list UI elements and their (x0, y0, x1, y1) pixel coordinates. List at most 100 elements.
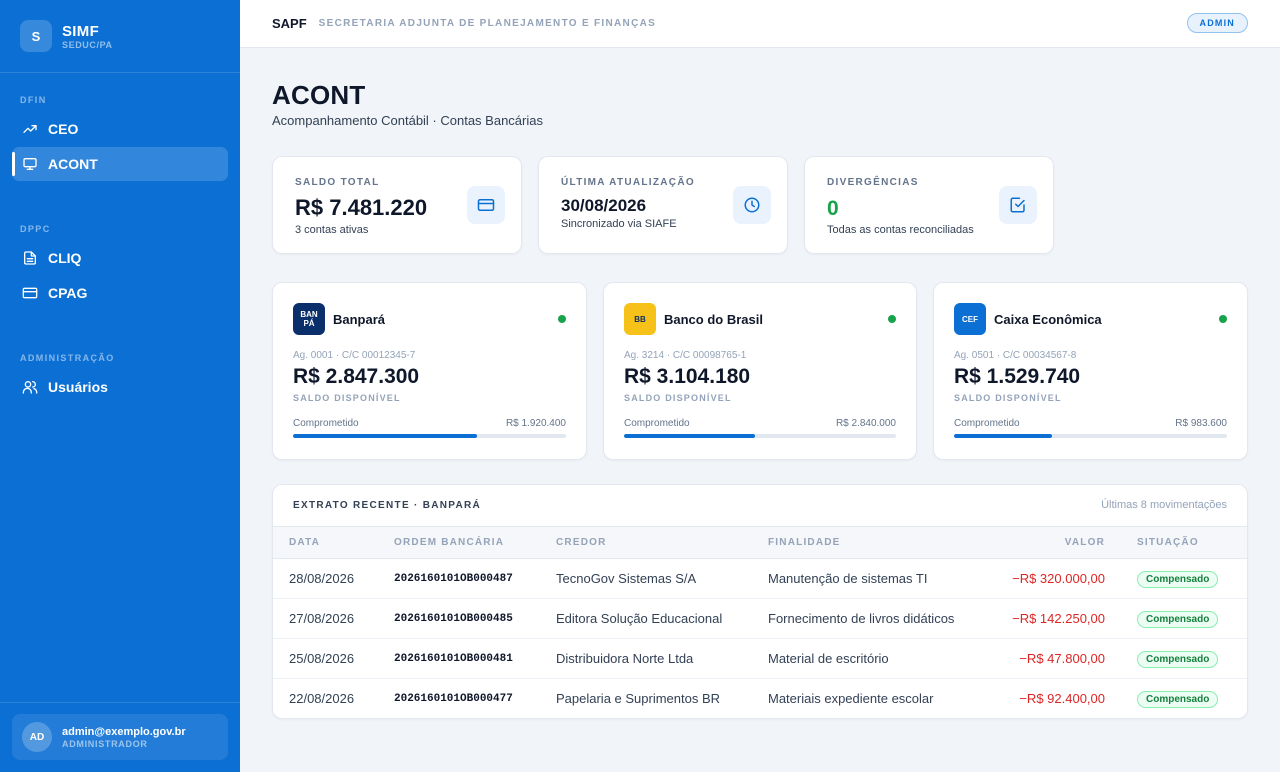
statement-title: EXTRATO RECENTE · BANPARÁ (293, 500, 482, 511)
bank-card-banpara[interactable]: BAN PÁ Banpará Ag. 0001 · C/C 00012345-7… (272, 282, 587, 460)
bank-balance-label: SALDO DISPONÍVEL (624, 393, 732, 403)
bank-card-banco-do-brasil[interactable]: BB Banco do Brasil Ag. 3214 · C/C 000987… (603, 282, 917, 460)
brand-title: SIMF (62, 22, 100, 40)
committed-value: R$ 1.920.400 (505, 418, 566, 429)
brand-logo: S (20, 20, 52, 52)
role-badge: ADMIN (1186, 13, 1248, 33)
topbar: SAPF SECRETARIA ADJUNTA DE PLANEJAMENTO … (240, 0, 1280, 48)
trend-up-icon (23, 125, 37, 133)
bank-name: Caixa Econômica (994, 312, 1102, 327)
user-menu[interactable]: AD admin@exemplo.gov.br ADMINISTRADOR (12, 714, 228, 760)
status-badge: Compensado (1137, 650, 1219, 668)
sidebar-item-label: ACONT (48, 156, 98, 172)
sidebar-item-cpag[interactable]: CPAG (12, 276, 228, 310)
table-row[interactable]: 25/08/2026 2026160101OB000481 Distribuid… (273, 639, 1247, 679)
column-header-data[interactable]: DATA (273, 527, 394, 559)
committed-label: Comprometido (293, 418, 359, 429)
card-icon (467, 186, 505, 224)
committed-progress (954, 434, 1227, 438)
column-header-credor[interactable]: CREDOR (556, 527, 768, 559)
cell-order: 2026160101OB000477 (394, 692, 513, 705)
cell-creditor: TecnoGov Sistemas S/A (556, 571, 697, 586)
nav-section-dppc: DPPC (20, 224, 51, 234)
status-dot (888, 315, 896, 323)
bank-balance-label: SALDO DISPONÍVEL (954, 393, 1062, 403)
bank-account: Ag. 3214 · C/C 00098765-1 (624, 350, 747, 361)
bank-name: Banco do Brasil (664, 312, 763, 327)
cell-order: 2026160101OB000481 (394, 652, 513, 665)
stat-label: DIVERGÊNCIAS (827, 177, 919, 188)
sidebar-item-ceo[interactable]: CEO (12, 112, 228, 146)
stat-note: Sincronizado via SIAFE (561, 218, 677, 230)
column-header-valor[interactable]: VALOR (988, 527, 1105, 559)
cell-order: 2026160101OB000487 (394, 572, 513, 585)
cell-value: −R$ 47.800,00 (1019, 651, 1105, 666)
committed-value: R$ 983.600 (1175, 418, 1227, 429)
committed-label: Comprometido (954, 418, 1020, 429)
column-header-finalidade[interactable]: FINALIDADE (768, 527, 988, 559)
column-header-ordem-bancaria[interactable]: ORDEM BANCÁRIA (394, 527, 556, 559)
statement-card: EXTRATO RECENTE · BANPARÁ Últimas 8 movi… (272, 484, 1248, 719)
card-icon (22, 287, 38, 299)
cell-value: −R$ 92.400,00 (1019, 691, 1105, 707)
app-subtitle: SECRETARIA ADJUNTA DE PLANEJAMENTO E FIN… (318, 18, 657, 29)
bank-logo: BB (624, 303, 656, 335)
sidebar-item-label: CLIQ (48, 250, 82, 266)
sidebar-item-label: CPAG (48, 285, 88, 301)
sidebar-item-usuarios[interactable]: Usuários (12, 370, 228, 404)
page-title: ACONT (272, 80, 366, 110)
user-role: ADMINISTRADOR (62, 738, 148, 749)
avatar: AD (22, 722, 52, 752)
committed-value: R$ 2.840.000 (835, 418, 896, 429)
status-badge: Compensado (1137, 610, 1219, 628)
status-dot (1219, 315, 1227, 323)
stat-note: 3 contas ativas (295, 224, 369, 236)
bank-balance: R$ 1.529.740 (954, 365, 1081, 388)
stat-card-ultima-atualizacao: ÚLTIMA ATUALIZAÇÃO 30/08/2026 Sincroniza… (538, 156, 788, 254)
table-row[interactable]: 22/08/2026 2026160101OB000477 Papelaria … (273, 679, 1247, 719)
document-icon (24, 251, 36, 265)
brand[interactable]: S SIMF SEDUC/PA (0, 0, 240, 73)
user-email: admin@exemplo.gov.br (62, 725, 186, 738)
stat-label: ÚLTIMA ATUALIZAÇÃO (561, 177, 695, 188)
cell-date: 27/08/2026 (289, 611, 355, 626)
cell-creditor: Papelaria e Suprimentos BR (556, 691, 721, 707)
nav-section-administracao: ADMINISTRAÇÃO (20, 353, 115, 363)
sidebar-item-acont[interactable]: ACONT (12, 147, 228, 181)
stat-value: 30/08/2026 (561, 196, 647, 215)
cell-value: −R$ 142.250,00 (1012, 611, 1105, 626)
users-icon (22, 381, 38, 394)
cell-purpose: Material de escritório (768, 651, 889, 666)
stat-card-divergencias: DIVERGÊNCIAS 0 Todas as contas reconcili… (804, 156, 1054, 254)
cell-creditor: Editora Solução Educacional (556, 611, 723, 626)
cell-creditor: Distribuidora Norte Ltda (556, 651, 694, 666)
bank-balance: R$ 2.847.300 (293, 365, 420, 388)
committed-progress-fill (624, 434, 755, 438)
bank-account: Ag. 0001 · C/C 00012345-7 (293, 350, 416, 361)
sidebar-item-label: CEO (48, 121, 79, 137)
app-title: SAPF (272, 16, 307, 31)
brand-subtitle: SEDUC/PA (62, 39, 113, 50)
status-badge: Compensado (1137, 570, 1219, 588)
column-header-situacao[interactable]: SITUAÇÃO (1105, 527, 1247, 559)
cell-purpose: Manutenção de sistemas TI (768, 571, 928, 586)
sidebar-item-cliq[interactable]: CLIQ (12, 241, 228, 275)
cell-date: 28/08/2026 (289, 571, 355, 586)
stat-label: SALDO TOTAL (295, 177, 380, 188)
committed-label: Comprometido (624, 418, 690, 429)
bank-balance: R$ 3.104.180 (624, 365, 751, 388)
stat-card-saldo-total: SALDO TOTAL R$ 7.481.220 3 contas ativas (272, 156, 522, 254)
clock-icon (733, 186, 771, 224)
cell-value: −R$ 320.000,00 (1012, 571, 1105, 586)
committed-progress (624, 434, 896, 438)
stat-value: 0 (827, 197, 839, 220)
table-row[interactable]: 28/08/2026 2026160101OB000487 TecnoGov S… (273, 559, 1247, 599)
bank-name: Banpará (333, 312, 386, 327)
bank-card-caixa-economica[interactable]: CEF Caixa Econômica Ag. 0501 · C/C 00034… (933, 282, 1248, 460)
cell-date: 22/08/2026 (289, 691, 355, 707)
stat-note: Todas as contas reconciliadas (827, 224, 974, 236)
check-square-icon (999, 186, 1037, 224)
bank-logo: CEF (954, 303, 986, 335)
bank-logo: BAN PÁ (293, 303, 325, 335)
table-row[interactable]: 27/08/2026 2026160101OB000485 Editora So… (273, 599, 1247, 639)
